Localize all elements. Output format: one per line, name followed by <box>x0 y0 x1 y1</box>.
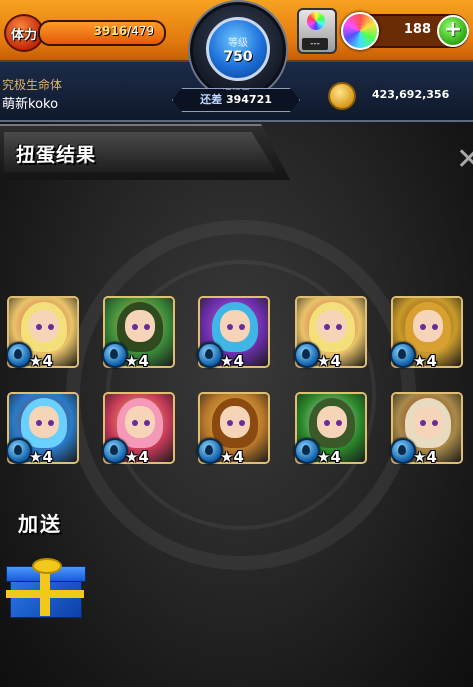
coin-count: 423,692,356 <box>372 88 450 101</box>
gacha-count: --- <box>302 38 328 50</box>
monster-eye <box>239 324 245 330</box>
monster-face <box>220 406 250 438</box>
monster-face <box>29 310 59 342</box>
monster-eye <box>324 420 330 426</box>
monster-eye <box>239 420 245 426</box>
gift-ribbon-horizontal <box>6 590 84 598</box>
bonus-label: 加送 <box>18 512 62 536</box>
monster-face <box>413 310 443 342</box>
rarity-stars: ★4 <box>125 448 149 466</box>
rarity-stars: ★4 <box>317 352 341 370</box>
gift-bow <box>32 558 62 574</box>
rarity-stars: ★4 <box>413 448 437 466</box>
rarity-stars: ★4 <box>220 448 244 466</box>
monster-eye <box>420 420 426 426</box>
close-icon[interactable]: ✕ <box>456 142 473 177</box>
stamina-max: /479 <box>127 24 154 38</box>
monster-eye <box>336 420 342 426</box>
monster-card[interactable]: ★4 <box>6 296 79 370</box>
monster-face <box>125 406 155 438</box>
monster-card[interactable]: ★4 <box>390 296 463 370</box>
rarity-stars: ★4 <box>125 352 149 370</box>
stamina-text: 3916/479 <box>40 24 154 38</box>
add-orbs-button[interactable]: + <box>437 15 469 47</box>
stamina-current: 3916 <box>93 24 128 38</box>
monster-eye <box>48 324 54 330</box>
gacha-ticket-icon[interactable]: --- <box>297 8 337 54</box>
monster-eye <box>36 420 42 426</box>
monster-eye <box>144 420 150 426</box>
gacha-orb-icon <box>307 12 325 30</box>
monster-eye <box>144 324 150 330</box>
monster-eye <box>432 324 438 330</box>
level-badge: 等级 750 <box>190 2 286 98</box>
monster-face <box>317 310 347 342</box>
monster-eye <box>227 324 233 330</box>
monster-card[interactable]: ★4 <box>102 392 175 466</box>
monster-card[interactable]: ★4 <box>390 392 463 466</box>
monster-card[interactable]: ★4 <box>102 296 175 370</box>
exp-remaining: 394721 <box>225 93 272 106</box>
monster-face <box>125 310 155 342</box>
monster-card[interactable]: ★4 <box>294 296 367 370</box>
rarity-stars: ★4 <box>29 448 53 466</box>
monster-eye <box>227 420 233 426</box>
monster-eye <box>432 420 438 426</box>
monster-eye <box>132 324 138 330</box>
player-title: 究极生命体 <box>2 78 63 92</box>
monster-card[interactable]: ★4 <box>6 392 79 466</box>
monster-face <box>220 310 250 342</box>
monster-eye <box>324 324 330 330</box>
player-name: 萌新koko <box>2 97 59 112</box>
exp-prefix: 还差 <box>200 93 223 106</box>
level-value: 750 <box>223 48 253 65</box>
section-banner: 扭蛋结果 <box>0 124 290 180</box>
level-label: 等级 <box>228 37 248 49</box>
exp-text: 还差 394721 <box>173 89 299 111</box>
monster-card[interactable]: ★4 <box>197 296 270 370</box>
exp-box: 经验值 还差 394721 <box>172 88 300 112</box>
orb-count: 188 <box>403 22 431 37</box>
rarity-stars: ★4 <box>29 352 53 370</box>
monster-eye <box>336 324 342 330</box>
rarity-stars: ★4 <box>413 352 437 370</box>
orb-counter: 188 + <box>341 12 469 50</box>
monster-card[interactable]: ★4 <box>294 392 367 466</box>
level-circle: 等级 750 <box>206 17 270 81</box>
orb-icon <box>341 12 379 50</box>
monster-face <box>317 406 347 438</box>
monster-face <box>413 406 443 438</box>
monster-eye <box>420 324 426 330</box>
monster-card[interactable]: ★4 <box>197 392 270 466</box>
page-title: 扭蛋结果 <box>16 144 97 166</box>
monster-face <box>29 406 59 438</box>
monster-eye <box>36 324 42 330</box>
monster-eye <box>132 420 138 426</box>
monster-eye <box>48 420 54 426</box>
coin-icon <box>328 82 356 110</box>
rarity-stars: ★4 <box>220 352 244 370</box>
gift-box-icon[interactable] <box>6 558 86 618</box>
rarity-stars: ★4 <box>317 448 341 466</box>
stamina-bar: 3916/479 <box>38 20 166 46</box>
